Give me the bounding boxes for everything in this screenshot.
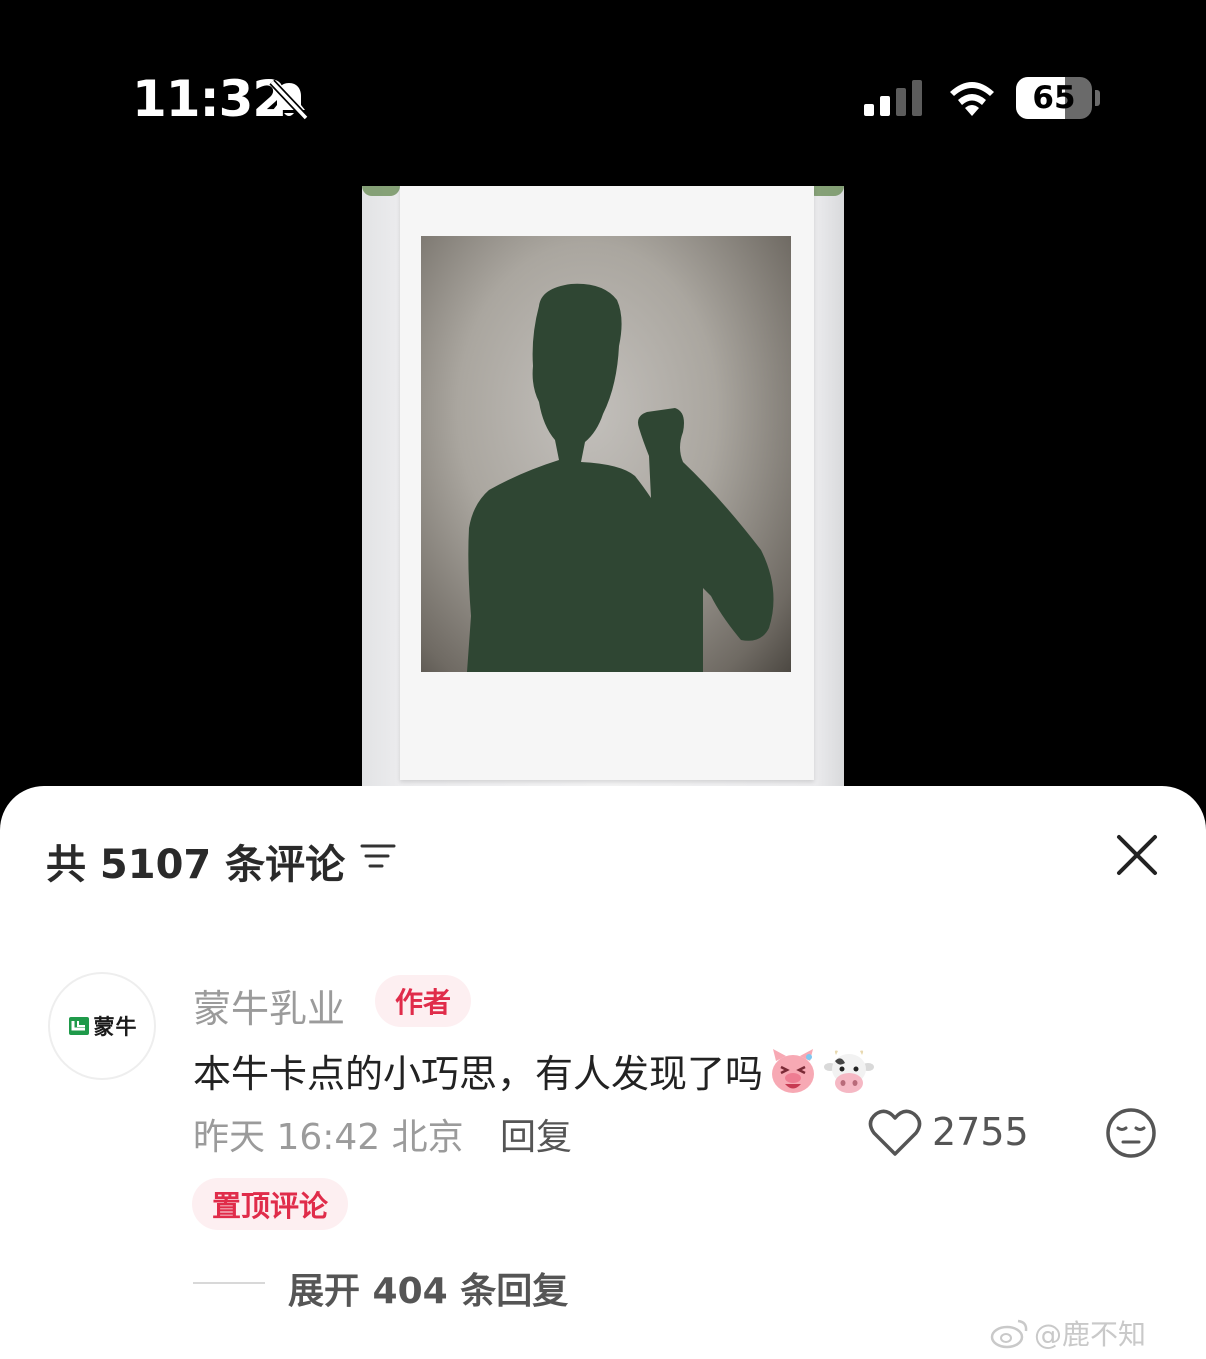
- expand-replies-button[interactable]: 展开 404 条回复: [288, 1262, 568, 1314]
- laughing-pig-emoji-icon: [772, 1048, 815, 1093]
- battery-icon: 65: [1016, 77, 1092, 119]
- comment-body[interactable]: 本牛卡点的小巧思，有人发现了吗: [193, 1043, 875, 1098]
- screen: 11:32 65 共 5107 条评论 蒙牛 蒙牛乳业 作者 本牛卡点的小巧思，…: [0, 0, 1206, 1359]
- pinned-comment-badge: 置顶评论: [192, 1178, 348, 1230]
- comments-count-title: 共 5107 条评论: [46, 842, 346, 888]
- mengniu-logo: 蒙牛: [67, 1011, 138, 1041]
- dislike-face-icon[interactable]: [1104, 1106, 1158, 1160]
- watermark-text: @鹿不知: [1034, 1318, 1147, 1351]
- status-time: 11:32: [132, 70, 287, 128]
- mengniu-logo-mark: [68, 1017, 89, 1035]
- wifi-icon: [950, 82, 994, 116]
- polaroid-image: [421, 236, 791, 672]
- cow-emoji-icon: [824, 1050, 875, 1093]
- battery-tip: [1095, 90, 1100, 106]
- photo-leaf-decoration: [362, 186, 400, 196]
- expand-divider: [193, 1282, 265, 1284]
- avatar[interactable]: 蒙牛: [48, 972, 156, 1080]
- avatar-logo-text: 蒙牛: [93, 1015, 138, 1039]
- battery-level: 65: [1032, 80, 1076, 116]
- author-badge: 作者: [375, 975, 471, 1027]
- signal-icon: [864, 80, 922, 116]
- bell-slash-icon: [269, 79, 309, 121]
- close-icon[interactable]: [1114, 832, 1160, 878]
- reply-button[interactable]: 回复: [500, 1108, 572, 1160]
- comment-text: 本牛卡点的小巧思，有人发现了吗: [193, 1052, 764, 1096]
- filter-icon[interactable]: [360, 838, 396, 874]
- person-silhouette: [467, 283, 774, 672]
- like-count: 2755: [932, 1110, 1029, 1154]
- heart-icon[interactable]: [868, 1108, 922, 1158]
- weibo-icon: [990, 1319, 1028, 1349]
- comment-username[interactable]: 蒙牛乳业: [193, 978, 345, 1033]
- comment-time-location: 昨天 16:42 北京: [193, 1117, 464, 1158]
- watermark: @鹿不知: [990, 1313, 1146, 1353]
